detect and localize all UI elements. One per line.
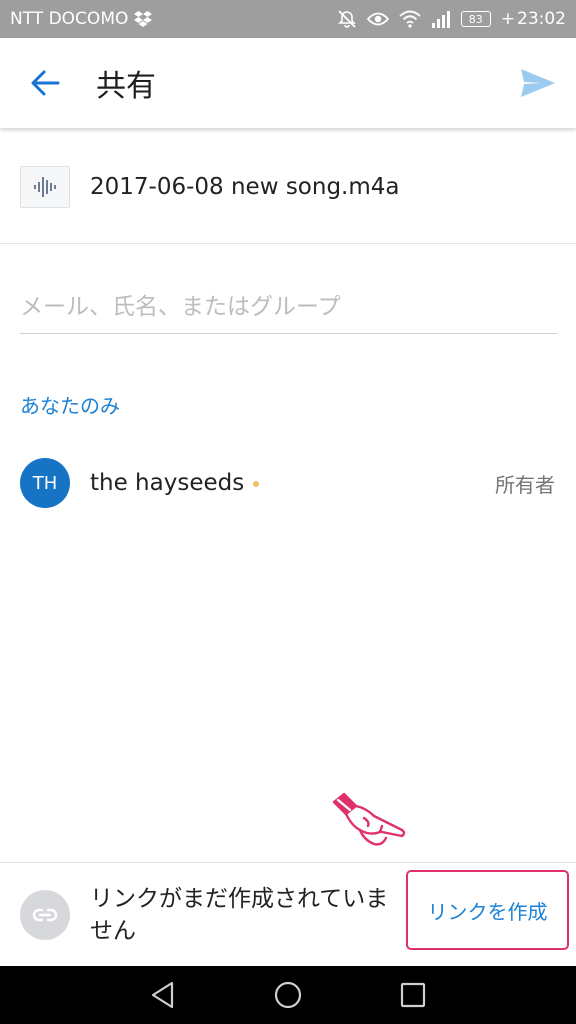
pointing-hand-icon bbox=[332, 792, 406, 846]
create-link-button[interactable]: リンクを作成 bbox=[406, 870, 569, 950]
dropbox-icon bbox=[134, 11, 153, 27]
page-title: 共有 bbox=[96, 69, 156, 104]
link-bar: リンクがまだ作成されていません リンクを作成 bbox=[0, 862, 576, 966]
nav-home-icon bbox=[274, 981, 302, 1009]
send-icon bbox=[521, 69, 555, 97]
status-right: 83 + 23:02 bbox=[337, 9, 566, 29]
audio-waveform-icon bbox=[34, 176, 56, 197]
link-icon bbox=[32, 908, 58, 921]
file-name: 2017-06-08 new song.m4a bbox=[90, 173, 400, 200]
carrier-name: NTT DOCOMO bbox=[10, 9, 129, 29]
member-row[interactable]: TH the hayseeds 所有者 bbox=[0, 455, 576, 511]
nav-back-button[interactable] bbox=[133, 966, 193, 1024]
nav-back-icon bbox=[151, 981, 173, 1009]
clock-text: 23:02 bbox=[517, 9, 566, 29]
battery-icon: 83 bbox=[460, 11, 491, 27]
wifi-icon bbox=[399, 10, 421, 28]
link-status-text: リンクがまだ作成されていません bbox=[90, 885, 389, 944]
status-left: NTT DOCOMO bbox=[10, 9, 153, 29]
nav-home-button[interactable] bbox=[258, 966, 318, 1024]
access-section-label: あなたのみ bbox=[20, 394, 120, 418]
member-name: the hayseeds bbox=[90, 470, 245, 496]
charging-icon: + bbox=[500, 9, 515, 29]
mute-icon bbox=[337, 9, 357, 29]
app-bar: 共有 bbox=[0, 38, 576, 128]
shared-file-row: 2017-06-08 new song.m4a bbox=[0, 130, 576, 244]
nav-recents-button[interactable] bbox=[383, 966, 443, 1024]
status-bar: NTT DOCOMO 83 + 23:02 bbox=[0, 0, 576, 38]
audio-file-thumbnail bbox=[20, 165, 70, 208]
back-button[interactable] bbox=[0, 38, 90, 128]
recipient-input-container bbox=[20, 280, 557, 334]
status-time: + 23:02 bbox=[501, 9, 566, 29]
send-button[interactable] bbox=[500, 38, 576, 128]
nav-recents-icon bbox=[401, 982, 426, 1008]
member-role: 所有者 bbox=[495, 472, 555, 497]
system-nav-bar bbox=[0, 966, 576, 1024]
back-arrow-icon bbox=[31, 70, 60, 96]
recipient-input[interactable] bbox=[20, 280, 557, 333]
signal-icon bbox=[431, 10, 451, 28]
link-icon-badge bbox=[20, 889, 70, 940]
eye-icon bbox=[366, 11, 389, 27]
avatar: TH bbox=[20, 458, 70, 508]
member-status-dot bbox=[253, 481, 260, 487]
